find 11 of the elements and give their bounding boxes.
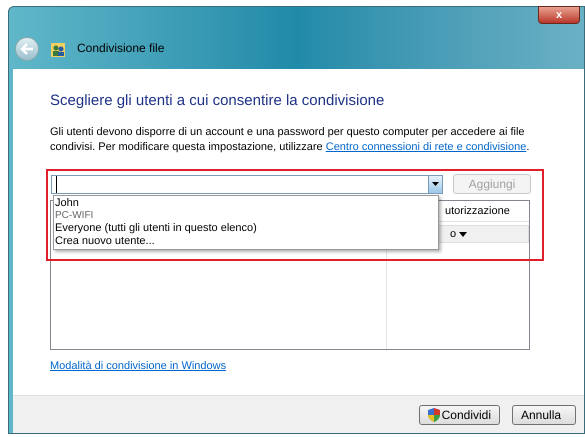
network-center-link[interactable]: Centro connessioni di rete e condivisione	[326, 141, 526, 153]
sharing-help-link[interactable]: Modalità di condivisione in Windows	[50, 358, 226, 374]
users-icon	[51, 43, 65, 57]
cancel-button[interactable]: Annulla	[512, 404, 576, 424]
back-icon[interactable]	[15, 37, 39, 61]
window-title: Condivisione file	[77, 40, 164, 57]
shield-icon	[428, 408, 440, 422]
page-heading: Scegliere gli utenti a cui consentire la condivisione	[50, 93, 386, 108]
user-combo-field[interactable]	[51, 174, 443, 194]
share-button[interactable]: Condividi	[418, 404, 500, 424]
description-text: Gli utenti devono disporre di un account e una password per questo computer per accedere ai file condivisi. Per modificare questa impostazione, utilizzare Centro connessioni di rete e condivisione.	[50, 125, 530, 155]
